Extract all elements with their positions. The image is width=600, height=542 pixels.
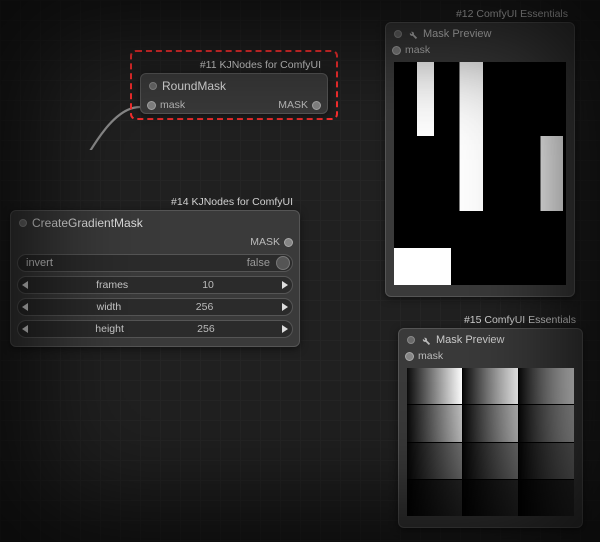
widget-frames[interactable]: frames 10 [17, 276, 293, 294]
node-mask-preview-12[interactable]: #12 ComfyUI Essentials Mask Preview mask [385, 22, 575, 297]
output-port-mask[interactable] [312, 101, 321, 110]
widget-label: frames [90, 279, 134, 291]
node-tag: #15 ComfyUI Essentials [464, 314, 576, 326]
widget-value: 10 [196, 279, 220, 291]
widget-width[interactable]: width 256 [17, 298, 293, 316]
widget-invert[interactable]: invert false [17, 254, 293, 272]
node-title-text: RoundMask [162, 79, 226, 93]
toggle-knob-icon[interactable] [276, 256, 290, 270]
decrement-icon[interactable] [22, 281, 28, 289]
collapse-icon[interactable] [394, 30, 402, 38]
preview-image [407, 368, 574, 516]
wrench-icon [420, 335, 431, 346]
node-title-text: Mask Preview [423, 28, 491, 40]
widget-height[interactable]: height 256 [17, 320, 293, 338]
preview-image [394, 62, 566, 285]
decrement-icon[interactable] [22, 325, 28, 333]
node-title[interactable]: Mask Preview [399, 329, 582, 348]
output-label: MASK [278, 99, 308, 111]
increment-icon[interactable] [282, 325, 288, 333]
collapse-icon[interactable] [149, 82, 157, 90]
input-port-mask[interactable] [392, 46, 401, 55]
increment-icon[interactable] [282, 281, 288, 289]
input-label: mask [418, 350, 443, 362]
output-label: MASK [250, 236, 280, 248]
node-title[interactable]: RoundMask [141, 74, 327, 97]
node-creategradientmask[interactable]: #14 KJNodes for ComfyUI CreateGradientMa… [10, 210, 300, 347]
widget-label: invert [20, 257, 241, 269]
collapse-icon[interactable] [19, 219, 27, 227]
input-label: mask [160, 99, 185, 111]
decrement-icon[interactable] [22, 303, 28, 311]
node-title-text: CreateGradientMask [32, 216, 143, 230]
node-tag: #12 ComfyUI Essentials [456, 8, 568, 20]
input-port-mask[interactable] [405, 352, 414, 361]
node-tag: #11 KJNodes for ComfyUI [200, 59, 321, 71]
node-title[interactable]: Mask Preview [386, 23, 574, 42]
input-port-mask[interactable] [147, 101, 156, 110]
collapse-icon[interactable] [407, 336, 415, 344]
node-roundmask[interactable]: #11 KJNodes for ComfyUI RoundMask mask M… [140, 73, 328, 114]
widget-value: false [241, 257, 276, 269]
node-title[interactable]: CreateGradientMask [11, 211, 299, 234]
node-title-text: Mask Preview [436, 334, 504, 346]
increment-icon[interactable] [282, 303, 288, 311]
wrench-icon [407, 29, 418, 40]
widget-label: width [91, 301, 128, 313]
node-tag: #14 KJNodes for ComfyUI [171, 196, 293, 208]
widget-label: height [89, 323, 130, 335]
output-port-mask[interactable] [284, 238, 293, 247]
input-label: mask [405, 44, 430, 56]
widget-value: 256 [190, 301, 220, 313]
node-mask-preview-15[interactable]: #15 ComfyUI Essentials Mask Preview mask [398, 328, 583, 528]
widget-value: 256 [191, 323, 221, 335]
